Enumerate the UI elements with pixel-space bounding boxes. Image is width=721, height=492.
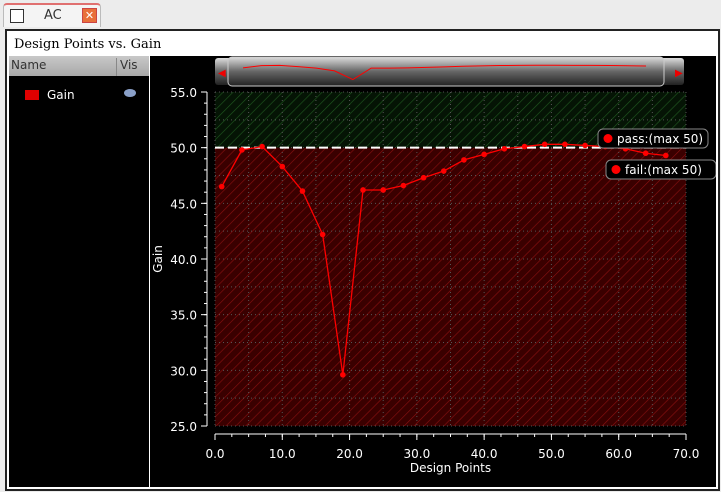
x-tick-label: 70.0: [673, 447, 700, 461]
data-point: [481, 151, 487, 158]
plot-area: 0.0 10.0 20.0 30.0 40.0 50.0 60.0 70.0 25.0 30.0 3…: [150, 56, 717, 487]
data-point: [521, 143, 528, 150]
col-vis[interactable]: Vis: [116, 58, 138, 76]
y-tick-label: 50.0: [170, 142, 197, 156]
tab-label: AC: [44, 8, 62, 23]
x-tick-label: 10.0: [269, 447, 296, 461]
data-point: [380, 187, 387, 193]
data-point: [360, 187, 366, 193]
y-tick-label: 40.0: [170, 253, 197, 267]
eye-icon[interactable]: [124, 89, 136, 97]
data-point: [501, 145, 508, 152]
x-tick-label: 20.0: [336, 447, 363, 461]
data-point: [642, 150, 649, 157]
x-tick-label: 0.0: [205, 447, 224, 461]
pass-label: pass:(max 50): [617, 132, 703, 146]
overview-thumb[interactable]: [227, 56, 665, 87]
data-point: [562, 141, 568, 148]
legend-panel: Name Vis Gain: [9, 56, 149, 487]
tab-ac[interactable]: AC ✕: [3, 3, 101, 27]
data-point: [218, 183, 225, 190]
data-point: [541, 141, 548, 148]
data-point: [239, 147, 245, 153]
data-point: [582, 142, 588, 149]
data-point: [400, 182, 407, 189]
data-point: [299, 188, 306, 194]
data-point: [319, 231, 326, 238]
legend-header: Name Vis: [9, 56, 149, 76]
legend-item-gain[interactable]: Gain: [9, 82, 149, 106]
pass-marker-icon: [603, 134, 613, 143]
x-tick-label: 50.0: [538, 447, 565, 461]
data-point: [440, 168, 447, 174]
data-point: [663, 152, 669, 159]
y-tick-label: 30.0: [170, 364, 197, 378]
x-tick-label: 30.0: [403, 447, 430, 461]
x-axis-label: Design Points: [410, 461, 491, 475]
x-tick-label: 40.0: [471, 447, 498, 461]
data-point: [259, 143, 265, 150]
fail-marker-icon: [611, 165, 621, 174]
chart-icon: [10, 9, 24, 23]
y-tick-label: 25.0: [170, 420, 197, 434]
y-axis-label: Gain: [151, 245, 165, 273]
y-tick-label: 45.0: [170, 197, 197, 211]
y-tick-label: 55.0: [170, 86, 197, 100]
scroll-left-icon[interactable]: ◀: [218, 68, 226, 79]
scroll-right-icon[interactable]: ▶: [675, 68, 683, 79]
chart-window: Design Points vs. Gain Name Vis Gain 0.0…: [5, 29, 720, 491]
close-tab-icon[interactable]: ✕: [82, 8, 97, 23]
x-tick-label: 60.0: [605, 447, 632, 461]
fail-label: fail:(max 50): [625, 163, 702, 177]
data-point: [279, 163, 286, 170]
data-point: [461, 157, 467, 163]
y-tick-label: 35.0: [170, 309, 197, 323]
window-title: Design Points vs. Gain: [14, 37, 162, 52]
legend-item-label: Gain: [47, 88, 75, 102]
data-point: [420, 174, 427, 181]
data-point: [340, 371, 346, 378]
gain-swatch: [25, 90, 39, 100]
col-name[interactable]: Name: [11, 58, 46, 72]
